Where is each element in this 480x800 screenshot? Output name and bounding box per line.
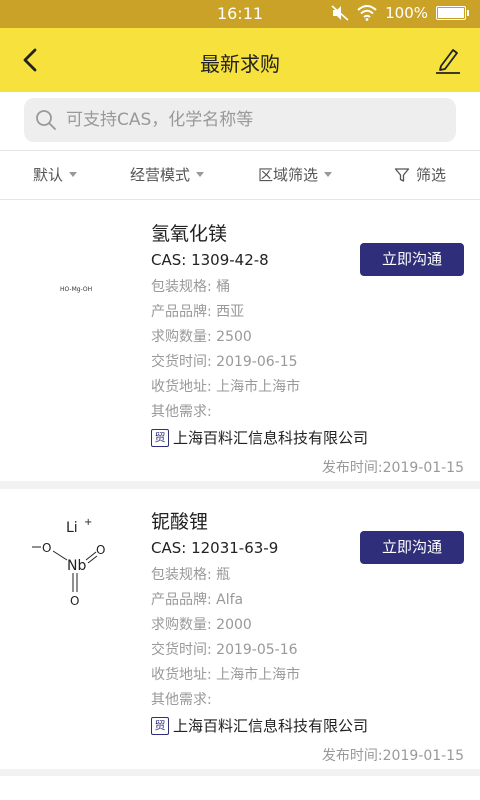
status-icons: 100% — [331, 4, 469, 22]
battery-icon — [436, 6, 469, 20]
filter-screen[interactable]: 筛选 — [394, 164, 446, 185]
quantity: 求购数量: 2000 — [151, 617, 252, 633]
structure-nb: Nb — [67, 558, 86, 574]
delivery-time: 交货时间: 2019-06-15 — [151, 354, 298, 370]
brand: 产品品牌: Alfa — [151, 592, 244, 608]
product-name: 氢氧化镁 — [151, 223, 228, 245]
caret-down-icon — [196, 172, 205, 177]
filter-region-label: 区域筛选 — [258, 166, 319, 184]
search-area — [0, 92, 480, 150]
delivery-time: 交货时间: 2019-05-16 — [151, 642, 298, 658]
structure-label: HO-Mg-OH — [60, 286, 92, 293]
company[interactable]: 贸 上海百料汇信息科技有限公司 — [151, 715, 368, 736]
filter-default[interactable]: 默认 — [33, 164, 78, 185]
search-input[interactable] — [66, 98, 446, 142]
caret-down-icon — [69, 172, 78, 177]
contact-now-button[interactable]: 立即沟通 — [360, 531, 464, 564]
structure-plus: + — [84, 517, 92, 528]
structure-image: Li + Nb O O O — [24, 507, 134, 608]
page-title: 最新求购 — [200, 52, 280, 76]
search-box[interactable] — [24, 98, 456, 142]
battery-percent: 100% — [385, 4, 428, 22]
contact-now-button[interactable]: 立即沟通 — [360, 243, 464, 276]
trade-badge: 贸 — [151, 716, 169, 735]
structure-image: HO-Mg-OH — [24, 219, 134, 319]
structure-o-right: O — [96, 543, 105, 557]
publish-time: 发布时间:2019-01-15 — [321, 748, 464, 764]
search-icon — [36, 110, 56, 130]
filter-bar: 默认 经营模式 区域筛选 筛选 — [0, 150, 480, 200]
structure-li: Li — [66, 520, 78, 536]
listing-card[interactable]: Li + Nb O O O 铌酸锂 CAS: 12031-63-9 包装规格: … — [0, 489, 480, 777]
filter-region[interactable]: 区域筛选 — [258, 164, 333, 185]
delivery-address: 收货地址: 上海市上海市 — [151, 379, 301, 395]
other-requirements: 其他需求: — [151, 404, 212, 420]
listing-card-partial[interactable] — [0, 776, 480, 800]
publish-time: 发布时间:2019-01-15 — [321, 460, 464, 476]
cas-number: CAS: 12031-63-9 — [151, 539, 279, 557]
filter-screen-label: 筛选 — [416, 166, 447, 184]
product-name: 铌酸锂 — [151, 511, 209, 533]
mute-icon — [331, 5, 349, 21]
other-requirements: 其他需求: — [151, 692, 212, 708]
app-header: 最新求购 — [0, 28, 480, 92]
trade-badge: 贸 — [151, 428, 169, 447]
company[interactable]: 贸 上海百料汇信息科技有限公司 — [151, 427, 368, 448]
caret-down-icon — [324, 172, 333, 177]
company-name: 上海百料汇信息科技有限公司 — [173, 429, 369, 447]
packaging: 包装规格: 瓶 — [151, 567, 231, 583]
filter-business-mode-label: 经营模式 — [130, 166, 191, 184]
filter-default-label: 默认 — [33, 166, 64, 184]
quantity: 求购数量: 2500 — [151, 329, 252, 345]
delivery-address: 收货地址: 上海市上海市 — [151, 667, 301, 683]
company-name: 上海百料汇信息科技有限公司 — [173, 717, 369, 735]
brand: 产品品牌: 西亚 — [151, 304, 245, 320]
structure-o-bottom: O — [70, 594, 79, 607]
cas-number: CAS: 1309-42-8 — [151, 251, 269, 269]
funnel-icon — [394, 167, 410, 182]
wifi-icon — [357, 5, 377, 21]
packaging: 包装规格: 桶 — [151, 279, 231, 295]
pencil-icon — [436, 49, 460, 74]
listing-card[interactable]: HO-Mg-OH 氢氧化镁 CAS: 1309-42-8 包装规格: 桶 产品品… — [0, 201, 480, 489]
edit-button[interactable] — [432, 44, 464, 76]
filter-business-mode[interactable]: 经营模式 — [130, 164, 205, 185]
structure-o-left: O — [42, 541, 51, 555]
status-bar: 16:11 100% — [0, 0, 480, 28]
